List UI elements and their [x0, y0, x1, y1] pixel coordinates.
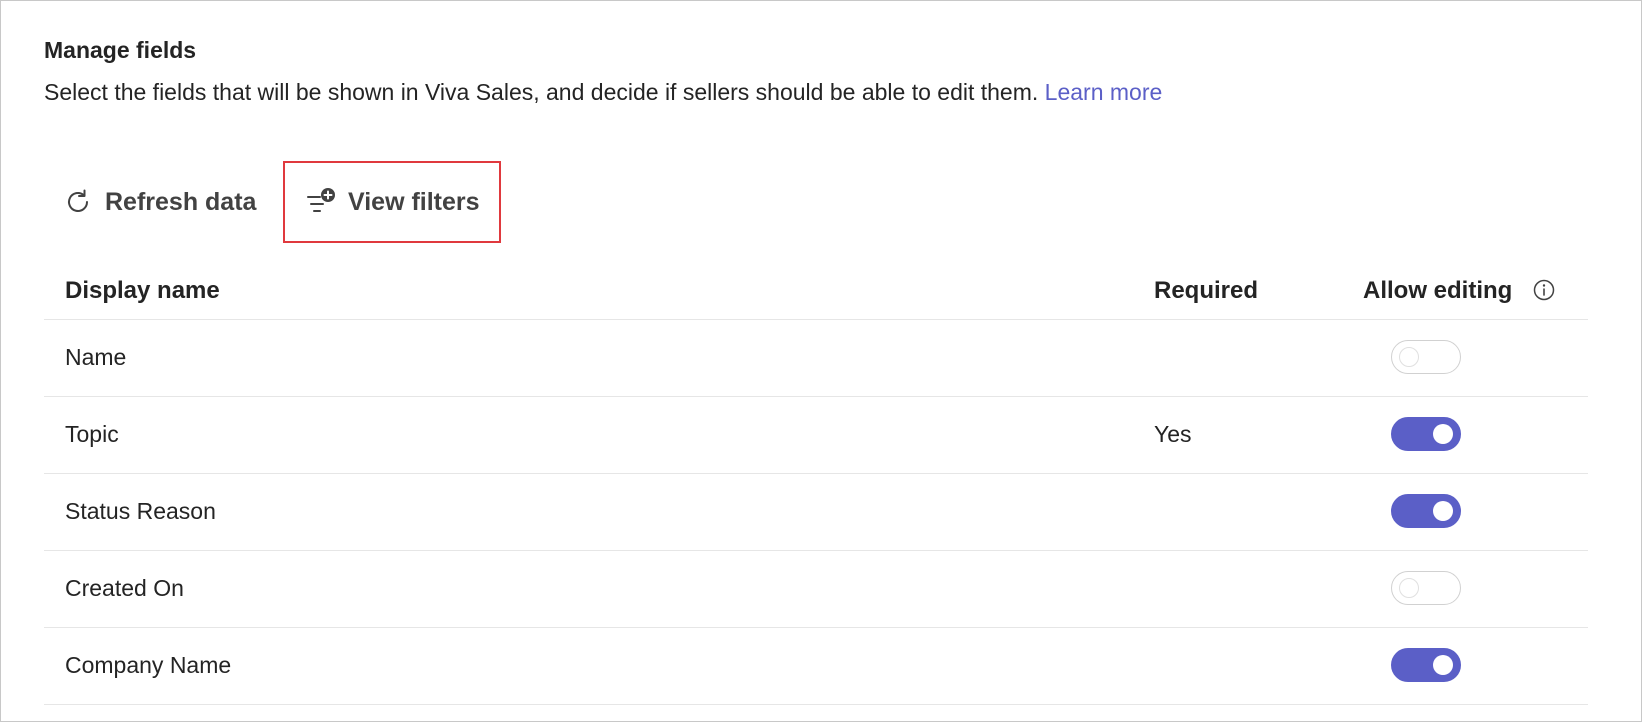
fields-table: Display name Required Allow editing Name…: [44, 261, 1588, 705]
toggle-knob: [1433, 655, 1453, 675]
filter-add-icon: [306, 187, 336, 217]
refresh-icon: [63, 187, 93, 217]
toggle-knob: [1433, 501, 1453, 521]
page-description: Select the fields that will be shown in …: [44, 79, 1162, 106]
column-header-required[interactable]: Required: [1154, 277, 1258, 305]
allow-editing-toggle[interactable]: [1391, 648, 1461, 682]
row-display-name: Status Reason: [65, 498, 216, 524]
view-filters-button[interactable]: View filters: [283, 161, 501, 243]
allow-editing-toggle[interactable]: [1391, 494, 1461, 528]
view-filters-label: View filters: [348, 187, 480, 216]
column-header-display-name[interactable]: Display name: [65, 277, 220, 305]
refresh-data-label: Refresh data: [105, 187, 257, 216]
refresh-data-button[interactable]: Refresh data: [63, 187, 256, 217]
toggle-knob: [1433, 424, 1453, 444]
allow-editing-toggle[interactable]: [1391, 417, 1461, 451]
table-row: Topic Yes: [44, 397, 1588, 474]
table-row: Status Reason: [44, 474, 1588, 551]
row-display-name: Name: [65, 344, 127, 370]
description-text: Select the fields that will be shown in …: [44, 79, 1039, 105]
table-row: Created On: [44, 551, 1588, 628]
row-display-name: Created On: [65, 575, 184, 601]
table-row: Company Name: [44, 628, 1588, 705]
row-display-name: Company Name: [65, 652, 232, 678]
table-row: Name: [44, 320, 1588, 397]
column-header-allow-editing[interactable]: Allow editing: [1363, 277, 1512, 305]
manage-fields-panel: Manage fields Select the fields that wil…: [0, 0, 1642, 722]
allow-editing-toggle[interactable]: [1391, 340, 1461, 374]
page-title: Manage fields: [44, 37, 197, 63]
row-required: Yes: [1154, 421, 1192, 447]
row-display-name: Topic: [65, 421, 119, 447]
toggle-knob: [1399, 347, 1419, 367]
allow-editing-toggle[interactable]: [1391, 571, 1461, 605]
info-icon[interactable]: [1532, 278, 1556, 302]
table-header: Display name Required Allow editing: [44, 261, 1588, 320]
learn-more-link[interactable]: Learn more: [1045, 79, 1163, 105]
toggle-knob: [1399, 578, 1419, 598]
